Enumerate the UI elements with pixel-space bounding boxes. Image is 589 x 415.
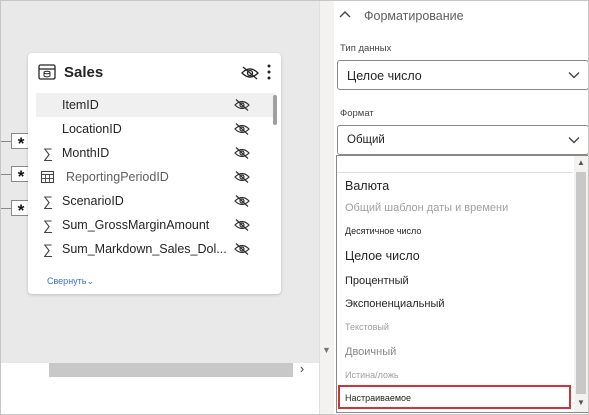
eye-hidden-icon[interactable] bbox=[233, 194, 251, 208]
format-option-text[interactable]: Текстовый bbox=[345, 322, 389, 332]
table-icon bbox=[38, 64, 56, 80]
chevron-up-icon[interactable] bbox=[338, 9, 352, 19]
chevron-down-icon bbox=[568, 72, 580, 79]
format-option-datetime[interactable]: Общий шаблон даты и времени bbox=[345, 202, 508, 214]
collapse-link[interactable]: Свернуть⌄ bbox=[47, 276, 94, 287]
format-dropdown-list[interactable]: Валюта Общий шаблон даты и времени Десят… bbox=[336, 155, 588, 413]
list-item-partial[interactable] bbox=[337, 156, 573, 173]
eye-hidden-icon[interactable] bbox=[233, 146, 251, 160]
format-option-custom[interactable]: Настраиваемое bbox=[345, 393, 411, 403]
relationship-line bbox=[1, 141, 11, 142]
scroll-down-icon[interactable]: ▼ bbox=[577, 398, 585, 407]
scroll-up-icon[interactable]: ▲ bbox=[577, 158, 585, 167]
dropdown-scrollbar[interactable]: ▲ ▼ bbox=[574, 156, 588, 412]
field-row[interactable]: ∑ Sum_Markdown_Sales_Dol... bbox=[36, 237, 276, 261]
format-value: Общий bbox=[347, 134, 385, 146]
eye-hidden-icon[interactable] bbox=[240, 65, 260, 81]
dropdown-scroll-thumb[interactable] bbox=[576, 172, 586, 394]
field-name: Sum_Markdown_Sales_Dol... bbox=[62, 242, 227, 256]
eye-hidden-icon[interactable] bbox=[233, 218, 251, 232]
chevron-down-icon: ⌄ bbox=[86, 276, 95, 286]
field-name: MonthID bbox=[62, 146, 110, 160]
scroll-down-icon[interactable]: ▼ bbox=[322, 345, 331, 355]
field-row[interactable]: ReportingPeriodID bbox=[36, 165, 276, 189]
pane-scrollbar[interactable]: ▼ bbox=[320, 1, 334, 414]
table-card-sales[interactable]: Sales ItemID LocationID ∑ MonthID Report… bbox=[28, 53, 281, 294]
data-type-select[interactable]: Целое число bbox=[337, 60, 588, 90]
field-name: ReportingPeriodID bbox=[66, 170, 169, 184]
field-row[interactable]: LocationID bbox=[36, 117, 276, 141]
more-options-icon[interactable] bbox=[264, 61, 274, 83]
sigma-icon: ∑ bbox=[43, 241, 53, 257]
field-list-scrollbar[interactable] bbox=[273, 95, 277, 125]
data-type-label: Тип данных bbox=[340, 43, 392, 54]
field-row[interactable]: ∑ Sum_GrossMarginAmount bbox=[36, 213, 276, 237]
sigma-icon: ∑ bbox=[43, 145, 53, 161]
format-option-decimal[interactable]: Десятичное число bbox=[345, 226, 421, 236]
relationship-line bbox=[1, 208, 11, 209]
format-option-binary[interactable]: Двоичный bbox=[345, 346, 396, 358]
table-card-header[interactable]: Sales bbox=[28, 53, 281, 93]
chevron-down-icon bbox=[568, 137, 580, 144]
data-type-value: Целое число bbox=[347, 69, 422, 83]
window-frame: * * * Sales ItemID LocationID ∑ MonthID … bbox=[0, 0, 589, 415]
scroll-right-icon[interactable]: › bbox=[294, 361, 310, 377]
canvas-hscroll-thumb[interactable] bbox=[49, 363, 293, 377]
format-select[interactable]: Общий bbox=[337, 125, 588, 155]
model-canvas[interactable]: * * * Sales ItemID LocationID ∑ MonthID … bbox=[1, 1, 319, 365]
field-row[interactable]: ∑ ScenarioID bbox=[36, 189, 276, 213]
field-row[interactable]: ItemID bbox=[36, 93, 276, 117]
field-name: Sum_GrossMarginAmount bbox=[62, 218, 210, 232]
format-option-scientific[interactable]: Экспоненциальный bbox=[345, 298, 445, 310]
format-option-percent[interactable]: Процентный bbox=[345, 275, 409, 287]
field-name: ScenarioID bbox=[62, 194, 124, 208]
field-name: LocationID bbox=[62, 122, 122, 136]
format-option-currency[interactable]: Валюта bbox=[345, 179, 389, 193]
table-card-title: Sales bbox=[64, 64, 104, 81]
format-option-whole-number[interactable]: Целое число bbox=[345, 249, 420, 263]
calendar-table-icon bbox=[40, 170, 55, 184]
sigma-icon: ∑ bbox=[43, 217, 53, 233]
section-title-formatting[interactable]: Форматирование bbox=[364, 9, 464, 23]
field-name: ItemID bbox=[62, 98, 99, 112]
format-label: Формат bbox=[340, 108, 374, 119]
eye-hidden-icon[interactable] bbox=[233, 122, 251, 136]
properties-pane: ▼ Форматирование Тип данных Целое число … bbox=[319, 1, 588, 414]
field-row[interactable]: ∑ MonthID bbox=[36, 141, 276, 165]
field-list: ItemID LocationID ∑ MonthID ReportingPer… bbox=[36, 93, 276, 261]
eye-hidden-icon[interactable] bbox=[233, 170, 251, 184]
sigma-icon: ∑ bbox=[43, 193, 53, 209]
relationship-line bbox=[1, 174, 11, 175]
eye-hidden-icon[interactable] bbox=[233, 98, 251, 112]
eye-hidden-icon[interactable] bbox=[233, 242, 251, 256]
format-option-true-false[interactable]: Истина/ложь bbox=[345, 370, 399, 380]
